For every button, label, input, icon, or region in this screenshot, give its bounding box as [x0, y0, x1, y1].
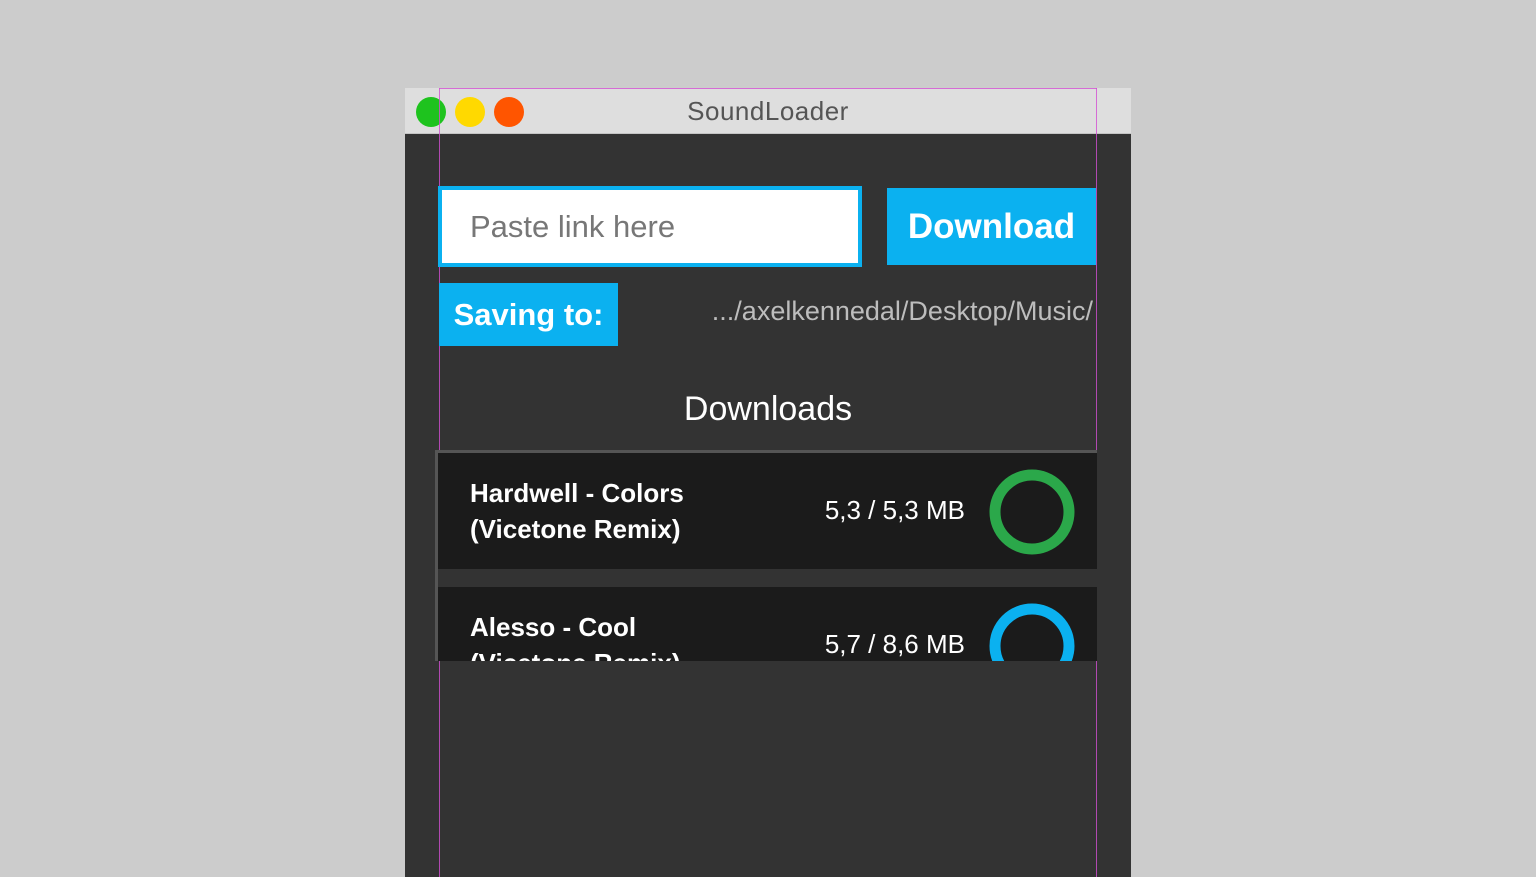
title-bar[interactable]: SoundLoader: [405, 88, 1131, 134]
downloads-heading: Downloads: [683, 390, 853, 428]
progress-ring: [989, 603, 1075, 661]
saving-to-button[interactable]: Saving to:: [439, 283, 618, 346]
download-item-name: Hardwell - Colors (Vicetone Remix): [470, 478, 684, 544]
downloads-list[interactable]: Hardwell - Colors (Vicetone Remix) 5,3 /…: [435, 450, 1097, 661]
download-item-name: Alesso - Cool (Vicetone Remix): [470, 612, 680, 661]
save-path: .../axelkennedal/Desktop/Music/: [711, 296, 1093, 326]
layout-guide-top: [439, 88, 1097, 89]
progress-ring-fill: [989, 603, 1075, 661]
link-input[interactable]: [438, 186, 862, 267]
window-title: SoundLoader: [687, 96, 849, 126]
download-item[interactable]: Hardwell - Colors (Vicetone Remix) 5,3 /…: [438, 453, 1097, 569]
download-item[interactable]: Alesso - Cool (Vicetone Remix) 5,7 / 8,6…: [438, 587, 1097, 661]
download-button[interactable]: Download: [887, 188, 1096, 265]
download-item-size: 5,7 / 8,6 MB: [824, 629, 965, 659]
app-window: SoundLoader Download Saving to: .../axel…: [405, 88, 1131, 877]
progress-ring-fill: [989, 469, 1075, 555]
progress-ring: [989, 469, 1075, 555]
download-item-size: 5,3 / 5,3 MB: [824, 495, 965, 525]
